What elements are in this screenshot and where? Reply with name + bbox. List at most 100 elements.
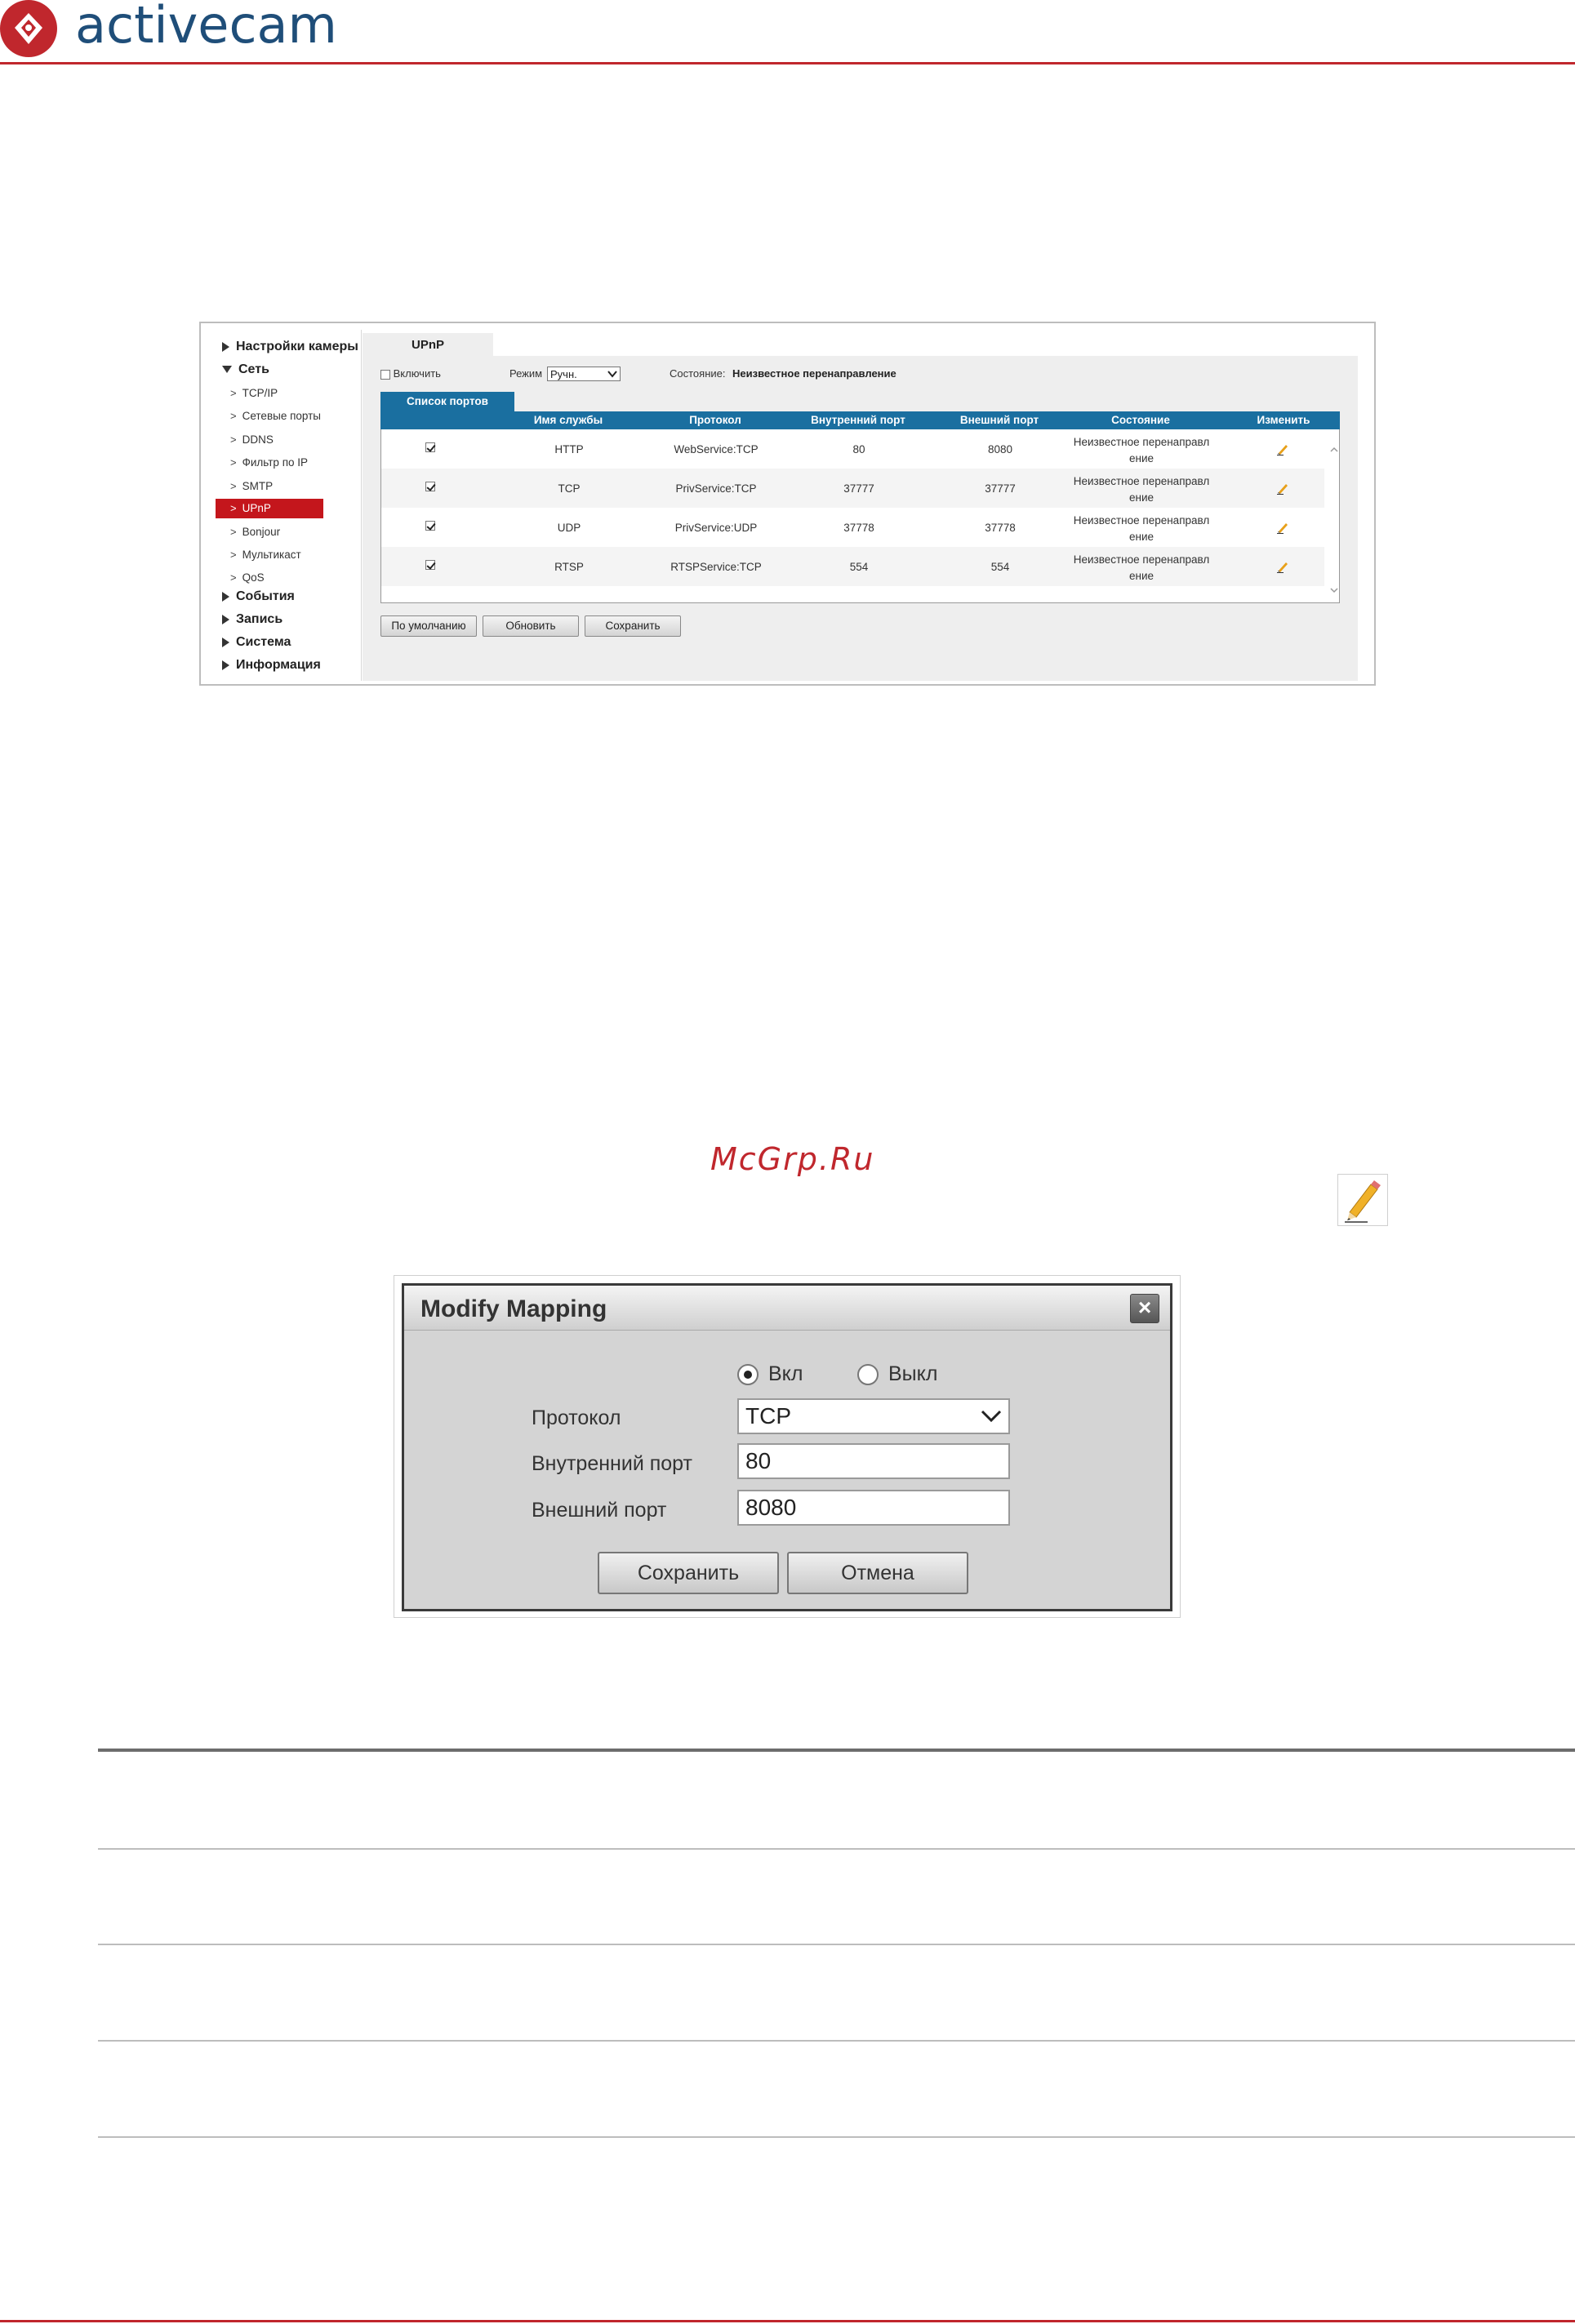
pencil-icon[interactable] [1276, 482, 1289, 495]
cell-state: Неизвестное перенаправл ение [1073, 436, 1210, 464]
dialog-cancel-button[interactable]: Отмена [787, 1552, 968, 1594]
pencil-icon[interactable] [1276, 442, 1289, 455]
table-row: TCP PrivService:TCP 37777 37777 Неизвест… [381, 469, 1324, 508]
ports-table: HTTP WebService:TCP 80 8080 Неизвестное … [380, 429, 1340, 603]
expand-down-icon [222, 366, 232, 374]
pencil-icon[interactable] [1276, 560, 1289, 573]
cell-internal-port: 37777 [843, 482, 874, 495]
expand-right-icon [222, 591, 229, 602]
col-internal-port: Внутренний порт [811, 414, 905, 426]
table-row: UDP PrivService:UDP 37778 37778 Неизвест… [381, 508, 1324, 547]
nav-group-info[interactable]: Информация [222, 658, 321, 673]
cell-service: HTTP [554, 443, 584, 455]
nav-item-bonjour[interactable]: > Bonjour [230, 526, 280, 538]
external-port-label: Внешний порт [532, 1499, 667, 1522]
expand-right-icon [222, 660, 229, 670]
chevron-right-icon: > [230, 480, 237, 492]
activecam-logo-icon [0, 0, 57, 57]
row-checkbox[interactable] [425, 442, 435, 453]
col-protocol: Протокол [689, 414, 741, 426]
nav-group-network[interactable]: Сеть [222, 362, 269, 377]
table-row: RTSP RTSPService:TCP 554 554 Неизвестное… [381, 547, 1324, 586]
cell-protocol: RTSPService:TCP [670, 561, 762, 573]
cell-external-port: 37777 [985, 482, 1016, 495]
dialog-save-button[interactable]: Сохранить [598, 1552, 779, 1594]
enable-checkbox-row[interactable]: Включить [380, 367, 441, 380]
row-checkbox[interactable] [425, 482, 435, 492]
chevron-right-icon: > [230, 456, 237, 469]
save-button[interactable]: Сохранить [585, 615, 681, 637]
col-service: Имя службы [533, 414, 603, 426]
internal-port-label: Внутренний порт [532, 1452, 692, 1475]
mode-label: Режим [509, 367, 543, 380]
cell-protocol: PrivService:UDP [674, 522, 758, 534]
nav-item-smtp[interactable]: > SMTP [230, 480, 273, 492]
external-port-input[interactable]: 8080 [737, 1490, 1010, 1526]
chevron-right-icon: > [230, 387, 237, 399]
modify-mapping-dialog: Modify Mapping × Вкл Выкл Протокол TCP В… [402, 1283, 1172, 1611]
chevron-right-icon: > [230, 549, 237, 561]
protocol-label: Протокол [532, 1406, 621, 1429]
cell-protocol: PrivService:TCP [675, 482, 757, 495]
table-row-divider [98, 1944, 1575, 1945]
table-row-divider [98, 2040, 1575, 2042]
modify-mapping-screenshot: Modify Mapping × Вкл Выкл Протокол TCP В… [394, 1275, 1181, 1618]
nav-item-network-ports[interactable]: > Сетевые порты [230, 410, 321, 422]
radio-on-label: Вкл [768, 1362, 803, 1385]
cell-protocol: WebService:TCP [674, 443, 759, 455]
pencil-icon[interactable] [1276, 521, 1289, 534]
cell-service: RTSP [554, 561, 584, 573]
status-value: Неизвестное перенаправление [732, 367, 897, 380]
tab-port-list[interactable]: Список портов [380, 392, 514, 413]
cell-internal-port: 554 [849, 561, 869, 573]
mode-select[interactable]: Ручн. [547, 367, 621, 381]
cell-internal-port: 80 [852, 443, 865, 455]
nav-group-events[interactable]: События [222, 589, 295, 604]
nav-item-ip-filter[interactable]: > Фильтр по IP [230, 456, 308, 469]
cell-external-port: 37778 [985, 522, 1016, 534]
row-checkbox[interactable] [425, 560, 435, 571]
nav-item-qos[interactable]: > QoS [230, 571, 265, 584]
table-top-rule [98, 1749, 1575, 1752]
status-label: Состояние: [670, 367, 726, 380]
nav-item-ddns[interactable]: > DDNS [230, 433, 274, 446]
enable-checkbox[interactable] [380, 369, 390, 380]
scroll-up-icon[interactable] [1330, 446, 1338, 454]
radio-off-label: Выкл [888, 1362, 938, 1385]
ports-table-header: Имя службы Протокол Внутренний порт Внеш… [380, 411, 1340, 429]
nav-item-multicast[interactable]: > Мультикаст [230, 549, 301, 561]
chevron-right-icon: > [230, 526, 237, 538]
internal-port-input[interactable]: 80 [737, 1443, 1010, 1479]
close-icon[interactable]: × [1130, 1294, 1159, 1323]
radio-on[interactable] [737, 1364, 759, 1385]
watermark: McGrp.Ru [710, 1141, 875, 1177]
tab-upnp[interactable]: UPnP [363, 333, 493, 358]
protocol-select[interactable]: TCP [737, 1398, 1010, 1434]
chevron-right-icon: > [230, 433, 237, 446]
chevron-down-icon [607, 371, 617, 378]
default-button[interactable]: По умолчанию [380, 615, 477, 637]
refresh-button[interactable]: Обновить [483, 615, 579, 637]
row-checkbox[interactable] [425, 521, 435, 531]
dialog-title-bar: Modify Mapping × [404, 1286, 1170, 1331]
settings-sidebar: Настройки камеры Сеть > TCP/IP > Сетевые п… [206, 330, 362, 681]
table-row-divider [98, 1848, 1575, 1850]
expand-right-icon [222, 614, 229, 624]
scroll-down-icon[interactable] [1330, 586, 1338, 594]
radio-off[interactable] [857, 1364, 879, 1385]
pencil-icon [1337, 1174, 1388, 1226]
header-divider [0, 62, 1575, 64]
nav-group-system[interactable]: Система [222, 635, 291, 650]
chevron-right-icon: > [230, 502, 237, 514]
nav-item-upnp[interactable]: > UPnP [216, 499, 323, 518]
cell-state: Неизвестное перенаправл ение [1073, 514, 1210, 543]
expand-right-icon [222, 341, 229, 352]
nav-group-camera-settings[interactable]: Настройки камеры [222, 340, 358, 354]
nav-group-record[interactable]: Запись [222, 612, 283, 627]
chevron-right-icon: > [230, 571, 237, 584]
cell-state: Неизвестное перенаправл ение [1073, 475, 1210, 504]
cell-internal-port: 37778 [843, 522, 874, 534]
table-row-divider [98, 2136, 1575, 2138]
table-row: HTTP WebService:TCP 80 8080 Неизвестное … [381, 429, 1324, 469]
nav-item-tcpip[interactable]: > TCP/IP [230, 387, 278, 399]
